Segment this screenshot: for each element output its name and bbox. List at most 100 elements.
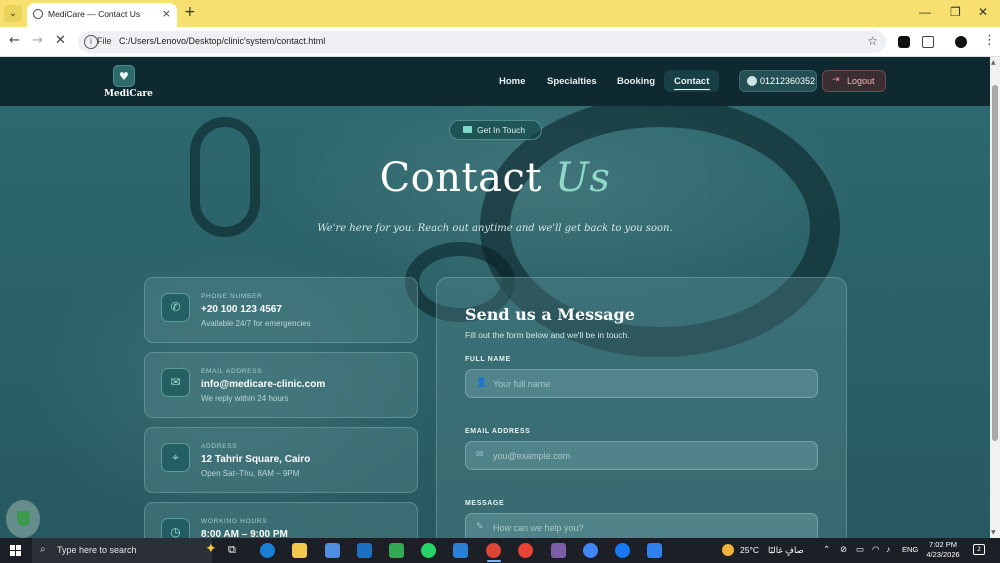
stop-loading-icon[interactable]: ✕ <box>55 33 66 48</box>
browser-menu-icon[interactable]: ⋮ <box>983 33 996 48</box>
site-info-icon[interactable]: i <box>84 35 98 49</box>
scroll-down-icon[interactable]: ▼ <box>991 529 996 536</box>
taskbar-search-box[interactable]: ⌕ Type here to search ✦ <box>32 538 217 563</box>
full-name-input[interactable] <box>493 376 803 392</box>
logo-text[interactable]: MediCare <box>104 89 153 99</box>
tab-title: MediCare — Contact Us <box>48 9 141 19</box>
user-icon <box>747 76 757 86</box>
logout-label: Logout <box>847 76 875 86</box>
wifi-icon[interactable]: ◠ <box>872 544 879 555</box>
back-icon[interactable]: ← <box>9 33 20 48</box>
omnibox[interactable]: i File C:/Users/Lenovo/Desktop/clinic'sy… <box>78 31 886 53</box>
volume-icon[interactable]: ♪ <box>886 544 890 554</box>
close-window-icon[interactable]: ✕ <box>978 5 988 19</box>
input-language[interactable]: ENG <box>902 545 918 554</box>
chrome-active-icon[interactable] <box>486 543 501 558</box>
search-icon: ⌕ <box>40 544 46 555</box>
phone-icon: ✆ <box>161 293 190 322</box>
browser-tab-active[interactable]: MediCare — Contact Us × <box>27 3 177 27</box>
logo-badge[interactable]: ♥ <box>113 65 135 87</box>
logout-button[interactable]: ⇥ Logout <box>822 70 886 92</box>
chrome-profile-icon[interactable] <box>583 543 598 558</box>
vscode-icon[interactable] <box>453 543 468 558</box>
tray-network-off-icon[interactable]: ⊘ <box>840 544 847 555</box>
maximize-icon[interactable]: ❐ <box>950 5 961 19</box>
edge-browser-icon[interactable] <box>260 543 275 558</box>
url-scheme-label: File <box>97 36 112 46</box>
tab-close-icon[interactable]: × <box>162 7 171 20</box>
message-label: MESSAGE <box>465 500 505 507</box>
page-subtitle: We're here for you. Reach out anytime an… <box>317 223 673 234</box>
pencil-icon: ✎ <box>476 522 484 532</box>
email-input[interactable] <box>493 448 803 464</box>
weather-temperature[interactable]: 25°C <box>740 545 759 555</box>
minimize-icon[interactable]: — <box>919 5 931 19</box>
scroll-up-icon[interactable]: ▲ <box>991 59 996 66</box>
page-title-main: Contact <box>379 155 542 201</box>
tray-chevron-icon[interactable]: ⌃ <box>823 544 830 555</box>
nav-booking[interactable]: Booking <box>617 76 655 87</box>
page-title: Contact Us <box>0 155 990 201</box>
new-tab-button[interactable]: + <box>184 4 196 20</box>
user-icon: 👤 <box>476 378 488 388</box>
chrome-icon[interactable] <box>518 543 533 558</box>
message-field[interactable]: ✎ <box>465 513 818 538</box>
microsoft-store-icon[interactable] <box>325 543 340 558</box>
card-value[interactable]: +20 100 123 4567 <box>201 304 282 315</box>
weather-description[interactable]: صافٍ غالبًا <box>768 545 804 556</box>
app-icon[interactable] <box>551 543 566 558</box>
card-label: EMAIL ADDRESS <box>201 368 263 375</box>
address-bar-row: ← → ✕ i File C:/Users/Lenovo/Desktop/cli… <box>0 27 1000 57</box>
nav-specialties[interactable]: Specialties <box>547 76 597 87</box>
page-viewport: ♥ MediCare Home Specialties Booking Cont… <box>0 57 990 538</box>
nav-home[interactable]: Home <box>499 76 525 87</box>
app-switch-icon[interactable] <box>647 543 662 558</box>
contact-card-email: ✉ EMAIL ADDRESS info@medicare-clinic.com… <box>144 352 418 418</box>
page-title-accent: Us <box>555 155 611 201</box>
form-title: Send us a Message <box>465 305 635 324</box>
task-view-icon[interactable]: ⧉ <box>228 543 243 558</box>
forward-icon[interactable]: → <box>32 33 43 48</box>
contact-form-card: Send us a Message Fill out the form belo… <box>436 277 847 538</box>
battery-icon[interactable]: ▭ <box>856 544 864 555</box>
windows-taskbar: ⌕ Type here to search ✦ ⧉ 25°C صافٍ غالب… <box>0 538 1000 563</box>
copilot-sparkle-icon[interactable]: ✦ <box>205 541 217 557</box>
card-label: PHONE NUMBER <box>201 293 263 300</box>
message-textarea[interactable] <box>493 520 803 536</box>
card-label: WORKING HOURS <box>201 518 268 525</box>
browser-tab-bar: ⌄ MediCare — Contact Us × + — ❐ ✕ <box>0 0 1000 27</box>
full-name-field[interactable]: 👤 <box>465 369 818 398</box>
location-pin-icon: ⌖ <box>161 443 190 472</box>
outlook-icon[interactable] <box>357 543 372 558</box>
url-text[interactable]: C:/Users/Lenovo/Desktop/clinic'system/co… <box>119 36 325 46</box>
page-scrollbar[interactable]: ▲ ▼ <box>990 57 1000 538</box>
nav-active-underline <box>674 89 710 90</box>
card-note: Open Sat–Thu, 8AM – 9PM <box>201 469 300 478</box>
envelope-icon: ✉ <box>476 450 484 460</box>
extensions-puzzle-icon[interactable] <box>922 36 934 48</box>
extension-icon[interactable] <box>898 36 910 48</box>
nav-contact[interactable]: Contact <box>674 76 709 87</box>
floating-security-shield-icon[interactable] <box>6 500 40 538</box>
play-store-icon[interactable] <box>389 543 404 558</box>
taskbar-clock[interactable]: 7:02 PM 4/23/2026 <box>925 540 961 560</box>
weather-moon-icon[interactable] <box>722 544 734 556</box>
card-note: We reply within 24 hours <box>201 394 289 403</box>
facebook-icon[interactable] <box>615 543 630 558</box>
badge-text: Get In Touch <box>477 125 526 135</box>
profile-avatar-icon[interactable] <box>955 36 967 48</box>
clock-date: 4/23/2026 <box>926 550 960 559</box>
clock-icon: ◷ <box>161 518 190 538</box>
bookmark-star-icon[interactable]: ☆ <box>867 34 878 48</box>
tab-search-button[interactable]: ⌄ <box>4 5 22 22</box>
windows-start-icon[interactable] <box>10 545 21 556</box>
scrollbar-thumb[interactable] <box>992 85 998 441</box>
user-account-pill[interactable]: 01212360352 <box>739 70 817 92</box>
whatsapp-icon[interactable] <box>421 543 436 558</box>
card-value[interactable]: info@medicare-clinic.com <box>201 379 325 390</box>
file-explorer-icon[interactable] <box>292 543 307 558</box>
notification-center-icon[interactable]: 2 <box>973 544 985 555</box>
email-field[interactable]: ✉ <box>465 441 818 470</box>
logout-icon: ⇥ <box>832 75 840 85</box>
taskbar-search-placeholder: Type here to search <box>57 545 137 555</box>
